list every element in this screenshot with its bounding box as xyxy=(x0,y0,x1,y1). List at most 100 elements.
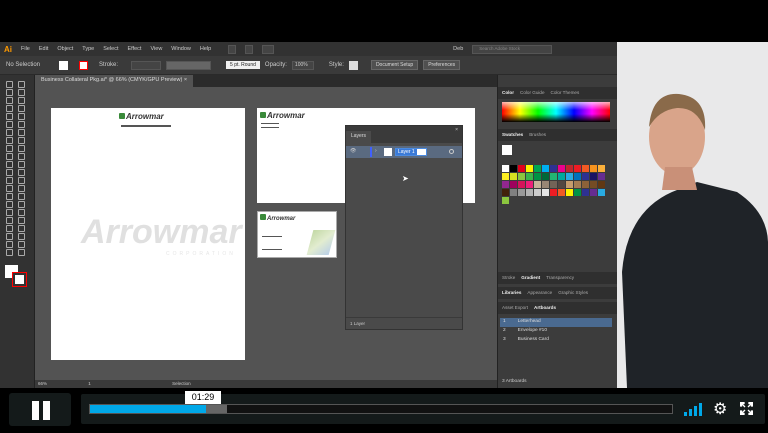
tab-stroke[interactable]: Stroke xyxy=(502,275,515,281)
color-swatch[interactable] xyxy=(590,189,597,196)
color-swatch[interactable] xyxy=(582,165,589,172)
tool-icon[interactable] xyxy=(18,113,25,120)
color-swatch[interactable] xyxy=(550,165,557,172)
color-swatch[interactable] xyxy=(566,181,573,188)
menu-select[interactable]: Select xyxy=(103,46,118,52)
stroke-weight-input[interactable] xyxy=(131,60,162,70)
tool-icon[interactable] xyxy=(6,209,13,216)
menu-object[interactable]: Object xyxy=(57,46,73,52)
settings-gear-icon[interactable]: ⚙ xyxy=(713,399,727,419)
color-swatch[interactable] xyxy=(558,173,565,180)
tool-icon[interactable] xyxy=(18,129,25,136)
menu-edit[interactable]: Edit xyxy=(39,46,48,52)
menu-window[interactable]: Window xyxy=(171,46,191,52)
artboard-letterhead[interactable]: Arrowmar Arrowmar CORPORATION xyxy=(51,108,245,360)
color-swatch[interactable] xyxy=(558,181,565,188)
artboard-number[interactable]: 1 xyxy=(88,381,91,386)
tool-icon[interactable] xyxy=(6,185,13,192)
color-swatch[interactable] xyxy=(590,173,597,180)
variable-width-select[interactable] xyxy=(166,60,212,70)
tool-icon[interactable] xyxy=(18,249,25,256)
tab-gradient[interactable]: Gradient xyxy=(521,275,540,281)
tool-icon[interactable] xyxy=(18,193,25,200)
fullscreen-icon[interactable] xyxy=(740,402,753,415)
color-swatch[interactable] xyxy=(534,181,541,188)
tool-icon[interactable] xyxy=(18,233,25,240)
color-swatch[interactable] xyxy=(542,165,549,172)
color-swatch[interactable] xyxy=(510,189,517,196)
color-spectrum[interactable] xyxy=(502,102,610,122)
tab-brushes[interactable]: Brushes xyxy=(529,132,546,138)
color-swatch[interactable] xyxy=(598,189,605,196)
color-swatch[interactable] xyxy=(534,189,541,196)
tool-icon[interactable] xyxy=(18,201,25,208)
tool-icon[interactable] xyxy=(6,129,13,136)
color-swatch[interactable] xyxy=(502,165,509,172)
tool-icon[interactable] xyxy=(6,113,13,120)
tool-icon[interactable] xyxy=(18,161,25,168)
tab-color-themes[interactable]: Color Themes xyxy=(551,90,580,96)
tool-icon[interactable] xyxy=(18,169,25,176)
tab-color-guide[interactable]: Color Guide xyxy=(520,90,545,96)
canvas[interactable]: Arrowmar Arrowmar CORPORATION Arrowmar A… xyxy=(35,87,497,380)
tool-icon[interactable] xyxy=(6,89,13,96)
tool-icon[interactable] xyxy=(6,201,13,208)
color-swatch[interactable] xyxy=(518,165,525,172)
layer-name-input[interactable]: Layer 1 xyxy=(395,148,427,156)
artboard-row[interactable]: 1 Letterhead xyxy=(500,318,612,327)
fill-swatch[interactable] xyxy=(59,60,69,70)
layers-tab[interactable]: Layers xyxy=(346,131,372,143)
opacity-input[interactable]: 100% xyxy=(291,60,314,70)
color-swatch[interactable] xyxy=(582,189,589,196)
color-swatch[interactable] xyxy=(502,181,509,188)
color-swatch[interactable] xyxy=(550,173,557,180)
artboard-row[interactable]: 2 Envelope #10 xyxy=(500,327,612,336)
color-swatch[interactable] xyxy=(502,173,509,180)
tab-transparency[interactable]: Transparency xyxy=(546,275,574,281)
menu-effect[interactable]: Effect xyxy=(128,46,142,52)
tool-icon[interactable] xyxy=(18,81,25,88)
tool-icon[interactable] xyxy=(6,105,13,112)
tool-icon[interactable] xyxy=(6,225,13,232)
color-swatch[interactable] xyxy=(574,165,581,172)
color-swatch[interactable] xyxy=(574,173,581,180)
tab-artboards[interactable]: Artboards xyxy=(534,305,556,311)
search-stock-input[interactable]: Search Adobe Stock xyxy=(472,44,553,54)
tool-icon[interactable] xyxy=(6,137,13,144)
preferences-button[interactable]: Preferences xyxy=(423,60,461,70)
seek-bar[interactable] xyxy=(89,404,673,414)
color-swatch[interactable] xyxy=(598,173,605,180)
workspace-icon[interactable] xyxy=(262,44,275,54)
style-swatch[interactable] xyxy=(348,60,358,70)
tool-icon[interactable] xyxy=(18,97,25,104)
color-swatch[interactable] xyxy=(590,165,597,172)
tab-libraries[interactable]: Libraries xyxy=(502,290,521,296)
color-swatch[interactable] xyxy=(574,189,581,196)
color-swatch[interactable] xyxy=(502,189,509,196)
artboard-row[interactable]: 3 Business Card xyxy=(500,336,612,345)
tab-graphic-styles[interactable]: Graphic Styles xyxy=(558,290,588,296)
color-swatch[interactable] xyxy=(518,189,525,196)
color-swatch[interactable] xyxy=(558,165,565,172)
tool-icon[interactable] xyxy=(18,137,25,144)
color-swatch[interactable] xyxy=(566,173,573,180)
color-swatch[interactable] xyxy=(534,173,541,180)
color-swatch[interactable] xyxy=(510,181,517,188)
color-swatch[interactable] xyxy=(542,189,549,196)
menu-help[interactable]: Help xyxy=(200,46,211,52)
color-swatch[interactable] xyxy=(566,165,573,172)
close-tab-icon[interactable]: × xyxy=(184,77,187,83)
color-swatch[interactable] xyxy=(526,173,533,180)
tool-icon[interactable] xyxy=(6,145,13,152)
user-menu[interactable]: Deb xyxy=(453,46,463,52)
visibility-eye-icon[interactable]: 👁 xyxy=(350,148,356,154)
menu-file[interactable]: File xyxy=(21,46,30,52)
layer-row[interactable]: 👁 › Layer 1 xyxy=(346,146,462,158)
color-swatch[interactable] xyxy=(598,165,605,172)
tool-icon[interactable] xyxy=(6,121,13,128)
color-swatch[interactable] xyxy=(526,189,533,196)
tool-icon[interactable] xyxy=(18,89,25,96)
tool-icon[interactable] xyxy=(6,217,13,224)
color-swatch[interactable] xyxy=(542,181,549,188)
menu-view[interactable]: View xyxy=(150,46,162,52)
